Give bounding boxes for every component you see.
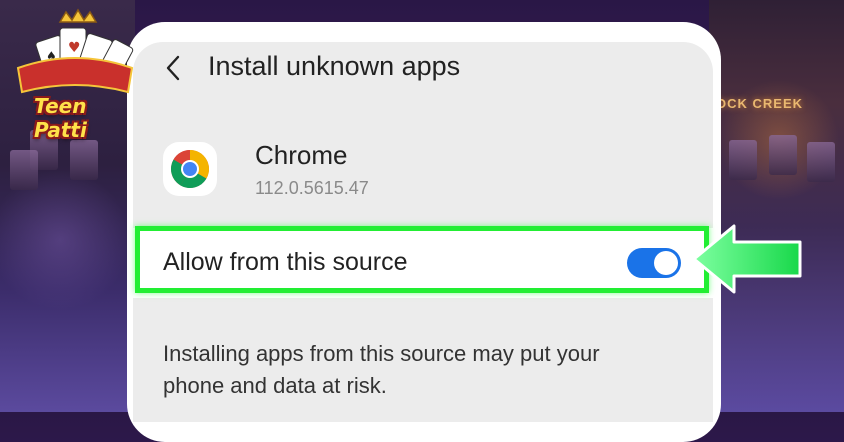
app-name: Chrome xyxy=(255,140,348,170)
slot-machine xyxy=(729,140,757,180)
app-version: 112.0.5615.47 xyxy=(255,178,369,198)
slot-machine xyxy=(70,140,98,180)
casino-sign: OCK CREEK xyxy=(716,96,804,111)
chevron-left-icon xyxy=(166,55,180,81)
chrome-icon xyxy=(171,150,209,188)
logo-text: Teen Patti xyxy=(34,94,87,142)
page-title: Install unknown apps xyxy=(208,51,461,81)
green-arrow-left-icon xyxy=(692,224,802,294)
settings-screen: Install unknown apps Chrome 112.0.5615.4… xyxy=(133,42,713,422)
svg-text:♥: ♥ xyxy=(68,40,81,56)
security-warning-text: Installing apps from this source may put… xyxy=(163,341,600,398)
app-icon-container xyxy=(163,142,217,196)
allow-source-toggle[interactable] xyxy=(627,248,681,278)
allow-from-source-label: Allow from this source xyxy=(163,248,408,276)
toggle-knob xyxy=(654,251,678,275)
teen-patti-logo: ♥ ♠ Teen Patti xyxy=(10,8,140,142)
back-button[interactable] xyxy=(161,55,185,81)
casino-background-right xyxy=(709,0,844,412)
slot-machine xyxy=(10,150,38,190)
logo-cards-icon: ♥ ♠ xyxy=(16,8,134,94)
slot-machine xyxy=(769,135,797,175)
slot-machine xyxy=(807,142,835,182)
